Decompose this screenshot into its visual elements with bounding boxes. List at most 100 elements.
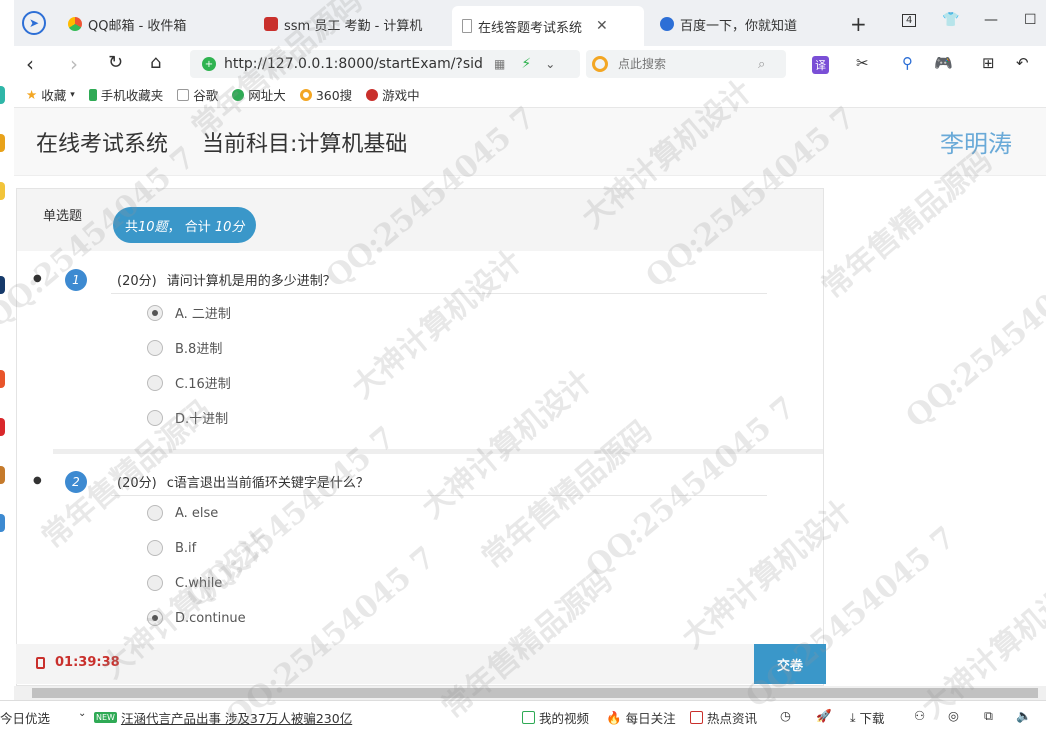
magnifier-icon[interactable]: ⚲	[902, 54, 913, 72]
reload-icon[interactable]: ↻	[108, 52, 123, 73]
glasses-icon[interactable]: ⚇	[914, 708, 925, 723]
undo-icon[interactable]: ↶	[1016, 54, 1029, 72]
option-b[interactable]: B.if	[147, 540, 196, 556]
clock-icon[interactable]: ◷	[780, 708, 791, 723]
option-d[interactable]: D.十进制	[147, 408, 228, 427]
home-icon[interactable]: ⌂	[150, 52, 161, 73]
option-a[interactable]: A. 二进制	[147, 303, 231, 322]
search-box[interactable]: ⌕	[586, 50, 786, 78]
bookmark-games[interactable]: 游戏中	[366, 85, 420, 104]
minimize-icon[interactable]: —	[984, 12, 998, 28]
search-input[interactable]	[618, 57, 758, 71]
radio-button[interactable]	[147, 374, 163, 391]
horizontal-scrollbar[interactable]	[14, 686, 1046, 700]
option-label: B.if	[175, 540, 197, 556]
phone-icon	[88, 88, 97, 101]
radio-button[interactable]	[147, 409, 163, 426]
tab-baidu[interactable]: 百度一下，你就知道	[650, 8, 840, 40]
submit-exam-button[interactable]: 交卷	[754, 644, 826, 684]
speaker-icon[interactable]: 🔈	[1016, 708, 1032, 724]
new-tab-icon[interactable]: +	[850, 12, 867, 36]
user-name[interactable]: 李明涛	[940, 124, 1012, 159]
option-c[interactable]: C.while	[147, 575, 222, 591]
chevron-down-icon[interactable]: ⌄	[78, 708, 86, 719]
chevron-down-icon[interactable]: ⌄	[545, 57, 555, 71]
bookmark-360[interactable]: 360搜	[299, 85, 353, 104]
forward-icon[interactable]: ›	[70, 52, 78, 76]
question-stem: (20分) c语言退出当前循环关键字是什么？	[117, 472, 369, 491]
gamepad-icon[interactable]: 🎮	[934, 54, 953, 72]
status-download[interactable]: ⤓ 下载	[850, 708, 885, 727]
status-news[interactable]: NEW 汪涵代言产品出事 涉及37万人被骗230亿	[94, 708, 352, 727]
qr-code-icon[interactable]: ▦	[494, 57, 505, 71]
tab-label: 在线答题考试系统	[478, 20, 583, 36]
radio-button[interactable]	[147, 575, 163, 591]
lightning-icon[interactable]: ⚡	[521, 56, 531, 72]
chevron-down-icon: ▾	[70, 89, 75, 100]
tab-exam-system[interactable]: 在线答题考试系统 ✕	[452, 6, 644, 46]
tab-ssm-attendance[interactable]: ssm 员工 考勤 - 计算机	[254, 8, 444, 40]
exam-panel: 单选题 共 10题， 合计 10分 ● 1 (20分) 请问计算机是用的多少进制？ …	[16, 188, 824, 686]
question-count: 10题	[138, 219, 168, 235]
option-a[interactable]: A. else	[147, 505, 218, 521]
bookmark-label: 360搜	[315, 88, 353, 103]
page-icon	[462, 19, 472, 33]
flame-icon: 🔥	[606, 709, 622, 725]
bookmark-google[interactable]: 谷歌	[177, 85, 218, 104]
browser-tab-bar: ➤ QQ邮箱 - 收件箱 ssm 员工 考勤 - 计算机 在线答题考试系统 ✕ …	[14, 0, 1046, 46]
bookmark-mobile[interactable]: 手机收藏夹	[88, 85, 163, 104]
radio-button[interactable]	[147, 304, 163, 321]
current-subject: 当前科目:计算机基础	[202, 132, 408, 157]
option-b[interactable]: B.8进制	[147, 338, 222, 357]
360-icon	[299, 88, 312, 101]
window-icon[interactable]: ⧉	[984, 708, 993, 724]
browser-logo-icon[interactable]: ➤	[22, 11, 46, 35]
exam-page: 在线考试系统 当前科目:计算机基础 李明涛 单选题 共 10题， 合计 10分 ●…	[14, 108, 1046, 686]
status-hot-news[interactable]: 热点资讯	[690, 708, 757, 727]
timer-value: 01:39:38	[55, 655, 120, 670]
scrollbar-thumb[interactable]	[32, 688, 1038, 698]
section-summary-badge: 共 10题， 合计 10分	[113, 207, 257, 243]
back-icon[interactable]: ‹	[26, 52, 34, 76]
rocket-icon[interactable]: 🚀	[816, 708, 832, 724]
address-toolbar: ‹ › ↻ ⌂ + http://127.0.0.1:8000/startExa…	[14, 46, 1046, 82]
maximize-icon[interactable]: ☐	[1024, 12, 1037, 28]
question-points: (20分)	[117, 274, 157, 289]
bookmark-sites[interactable]: 网址大	[232, 85, 286, 104]
option-label: B.8进制	[175, 342, 223, 357]
status-label: 每日关注	[625, 711, 676, 726]
option-c[interactable]: C.16进制	[147, 373, 231, 392]
question-number: 2	[65, 471, 87, 493]
site-icon	[264, 17, 278, 31]
status-today-picks[interactable]: 今日优选	[0, 708, 50, 727]
url-bar[interactable]: + http://127.0.0.1:8000/startExam/?sid=9…	[190, 50, 580, 78]
bookmark-label: 收藏	[41, 88, 67, 103]
tab-count-badge[interactable]: 4	[902, 14, 917, 27]
countdown-timer: 01:39:38	[36, 655, 120, 670]
search-icon[interactable]: ⌕	[758, 57, 765, 72]
radio-button[interactable]	[147, 610, 163, 626]
summary-prefix: 共	[125, 219, 139, 235]
browser-icon[interactable]: ◎	[948, 708, 959, 723]
url-text[interactable]: http://127.0.0.1:8000/startExam/?sid=9	[224, 56, 484, 72]
question-number: 1	[65, 269, 87, 291]
radio-button[interactable]	[147, 540, 163, 556]
apps-grid-icon[interactable]: ⊞	[982, 54, 995, 72]
shirt-icon[interactable]: 👕	[942, 12, 959, 28]
status-my-video[interactable]: 我的视频	[522, 708, 589, 727]
status-daily-follow[interactable]: 🔥 每日关注	[606, 708, 676, 727]
bookmark-label: 游戏中	[382, 88, 420, 103]
question-type-label: 单选题	[43, 209, 83, 224]
radio-button[interactable]	[147, 505, 163, 521]
translate-icon[interactable]: 译	[812, 56, 829, 74]
search-engine-icon[interactable]	[592, 56, 608, 72]
radio-button[interactable]	[147, 339, 163, 356]
page-title: 在线考试系统	[36, 132, 169, 157]
close-icon[interactable]: ✕	[596, 18, 608, 34]
scissors-icon[interactable]: ✂	[856, 54, 869, 72]
news-headline[interactable]: 汪涵代言产品出事 涉及37万人被骗230亿	[121, 708, 352, 727]
bookmark-favorites[interactable]: ★ 收藏 ▾	[26, 85, 75, 104]
game-icon	[366, 88, 379, 101]
tab-qq-mail[interactable]: QQ邮箱 - 收件箱	[58, 8, 248, 40]
option-d[interactable]: D.continue	[147, 610, 246, 626]
